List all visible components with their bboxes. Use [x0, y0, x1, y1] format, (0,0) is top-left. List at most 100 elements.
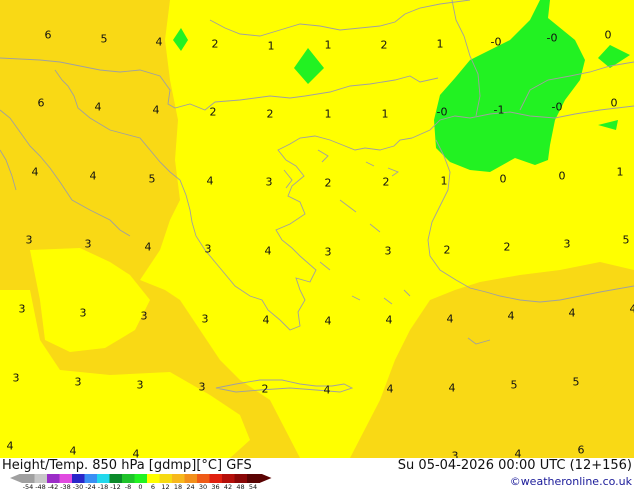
- map-value-label: 2: [380, 38, 388, 52]
- weather-map: [0, 0, 634, 458]
- scale-swatch: [147, 474, 160, 483]
- map-value-label: 3: [198, 380, 206, 394]
- map-value-label: 4: [385, 313, 393, 327]
- map-value-label: 2: [261, 382, 269, 396]
- map-value-label: 2: [266, 107, 274, 121]
- scale-tick-label: 6: [151, 483, 155, 490]
- map-value-label: 0: [610, 96, 618, 110]
- credit-link[interactable]: ©weatheronline.co.uk: [510, 475, 632, 488]
- map-value-label: 3: [201, 312, 209, 326]
- map-value-label: 4: [568, 306, 576, 320]
- scale-tick-label: -48: [35, 483, 46, 490]
- map-value-label: 3: [140, 309, 148, 323]
- scale-tick-label: -8: [125, 483, 131, 490]
- scale-tick-label: -18: [98, 483, 109, 490]
- scale-arrow-left: [10, 474, 22, 483]
- map-value-label: 2: [324, 176, 332, 190]
- map-value-label: 3: [18, 302, 26, 316]
- map-value-label: 4: [264, 244, 272, 258]
- map-value-label: 5: [622, 233, 630, 247]
- map-value-label: 4: [507, 309, 515, 323]
- scale-swatch: [122, 474, 135, 483]
- map-value-label: -0: [436, 105, 448, 119]
- scale-tick-label: -12: [110, 483, 121, 490]
- map-value-label: 1: [616, 165, 624, 179]
- footer-bar: Height/Temp. 850 hPa [gdmp][°C] GFS Su 0…: [0, 458, 634, 490]
- scale-tick-label: -42: [48, 483, 59, 490]
- scale-swatch: [197, 474, 210, 483]
- scale-tick-label: 30: [199, 483, 207, 490]
- scale-tick-label: 18: [174, 483, 182, 490]
- scale-tick-label: 0: [138, 483, 142, 490]
- map-value-label: 5: [572, 375, 580, 389]
- map-value-label: 3: [136, 378, 144, 392]
- scale-swatch: [97, 474, 110, 483]
- map-value-label: 1: [436, 37, 444, 51]
- map-value-label: 0: [499, 172, 507, 186]
- scale-swatch: [134, 474, 148, 483]
- map-value-label: 1: [381, 107, 389, 121]
- map-value-label: 3: [384, 244, 392, 258]
- map-value-label: 4: [448, 381, 456, 395]
- map-value-label: 3: [84, 237, 92, 251]
- scale-tick-label: 36: [211, 483, 219, 490]
- scale-tick-label: 42: [224, 483, 232, 490]
- scale-tick-label: -24: [85, 483, 96, 490]
- scale-arrow-right: [259, 474, 272, 483]
- map-value-label: 6: [577, 443, 585, 457]
- map-value-label: 3: [25, 233, 33, 247]
- map-value-label: 1: [267, 39, 275, 53]
- map-value-label: 4: [144, 240, 152, 254]
- scale-swatch: [184, 474, 198, 483]
- map-value-label: 4: [6, 439, 14, 453]
- map-value-label: 3: [563, 237, 571, 251]
- map-value-label: 3: [204, 242, 212, 256]
- map-value-label: 1: [440, 174, 448, 188]
- scale-swatch: [59, 474, 73, 483]
- scale-swatch: [222, 474, 235, 483]
- map-value-label: 6: [37, 96, 45, 110]
- map-value-label: 3: [74, 375, 82, 389]
- map-value-label: 1: [324, 38, 332, 52]
- scale-tick-label: -30: [73, 483, 84, 490]
- map-value-label: 2: [211, 37, 219, 51]
- map-value-label: 2: [443, 243, 451, 257]
- map-title: Height/Temp. 850 hPa [gdmp][°C] GFS: [2, 458, 252, 473]
- scale-swatch: [109, 474, 123, 483]
- map-value-label: 5: [148, 172, 156, 186]
- map-value-label: 4: [94, 100, 102, 114]
- map-value-label: 4: [324, 314, 332, 328]
- scale-swatch: [234, 474, 248, 483]
- map-value-label: 4: [89, 169, 97, 183]
- map-value-label: 6: [44, 28, 52, 42]
- scale-swatch: [209, 474, 223, 483]
- map-value-label: 3: [324, 245, 332, 259]
- map-value-label: 2: [209, 105, 217, 119]
- color-scale: -54 -48 -42 -38 -30 -24 -18 -12 -8 0 6 12 18 24 30 36 42…: [10, 474, 272, 490]
- map-value-label: 4: [323, 383, 331, 397]
- scale-swatch: [34, 474, 48, 483]
- scale-swatch: [247, 474, 260, 483]
- map-value-label: 4: [446, 312, 454, 326]
- scale-swatch: [84, 474, 98, 483]
- map-value-label: 5: [100, 32, 108, 46]
- map-value-label: 5: [510, 378, 518, 392]
- scale-swatch: [47, 474, 60, 483]
- map-value-label: -0: [551, 100, 563, 114]
- map-value-label: 4: [152, 103, 160, 117]
- map-value-label: 0: [558, 169, 566, 183]
- map-value-label: -0: [546, 31, 558, 45]
- map-value-label: 4: [262, 313, 270, 327]
- map-value-label: 4: [386, 382, 394, 396]
- scale-tick-label: 54: [249, 483, 257, 490]
- map-value-label: 4: [206, 174, 214, 188]
- valid-time: Su 05-04-2026 00:00 UTC (12+156): [397, 458, 632, 473]
- map-value-label: 3: [79, 306, 87, 320]
- map-value-label: 3: [265, 175, 273, 189]
- map-value-label: 3: [12, 371, 20, 385]
- map-value-label: 4: [31, 165, 39, 179]
- scale-swatch: [172, 474, 185, 483]
- scale-tick-label: 24: [186, 483, 194, 490]
- scale-tick-label: 48: [236, 483, 244, 490]
- scale-swatch: [159, 474, 173, 483]
